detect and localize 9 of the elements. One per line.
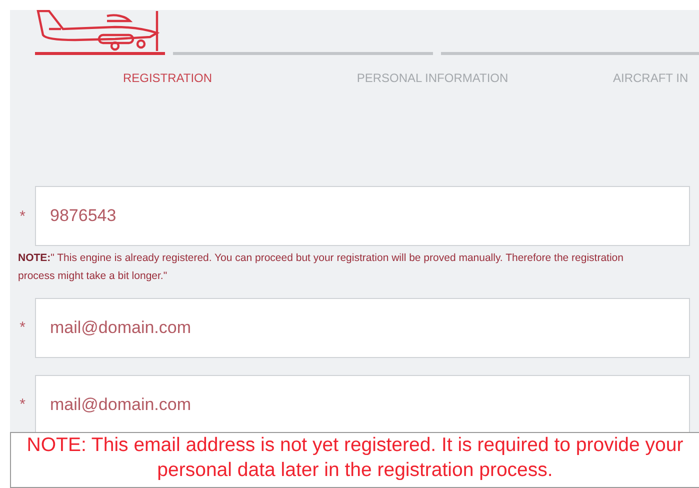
engine-note: NOTE:" This engine is already registered. You can proceed but your registration will be proved manually. Therefore the registration process might take a bit longer." bbox=[18, 251, 624, 284]
input-field[interactable]: mail@domain.com bbox=[35, 298, 690, 358]
required-asterisk: * bbox=[18, 396, 26, 414]
input-field[interactable]: 9876543 bbox=[35, 186, 690, 246]
step-label[interactable]: REGISTRATION bbox=[35, 71, 300, 85]
email-note: NOTE: This email address is not yet registered. It is required to provide your personal data later in the registration process. bbox=[10, 432, 699, 488]
required-asterisk: * bbox=[18, 208, 26, 224]
required-asterisk: * bbox=[18, 319, 26, 336]
input-field[interactable]: mail@domain.com bbox=[35, 374, 690, 432]
